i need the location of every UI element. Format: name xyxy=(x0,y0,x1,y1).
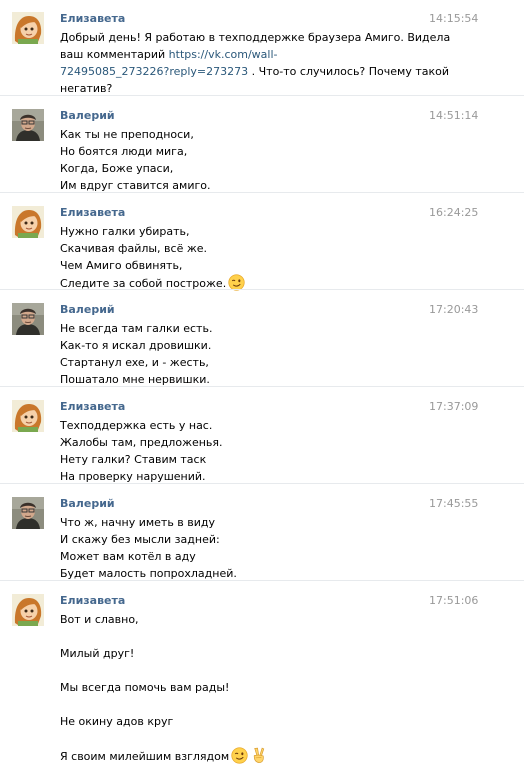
message-line: Добрый день! Я работаю в техподдержке бр… xyxy=(60,29,450,46)
message-text: негатив? xyxy=(60,82,113,95)
message-text: Но боятся люди мига, xyxy=(60,145,188,158)
message-text: Как-то я искал дровишки. xyxy=(60,339,212,352)
message-time: 16:24:25 xyxy=(429,206,479,219)
message-divider xyxy=(0,580,524,581)
message-body: Как ты не преподноси, Но боятся люди мига… xyxy=(60,126,410,194)
message-body: Вот и славно, Милый друг! Мы всегда помочь… xyxy=(60,611,410,765)
message-line: Мы всегда помочь вам рады! xyxy=(60,679,410,696)
message-line: Может вам котёл в аду xyxy=(60,548,410,565)
message-text: Нету галки? Ставим таск xyxy=(60,453,207,466)
author-name[interactable]: Елизавета xyxy=(60,400,125,413)
message-line: Скачивая файлы, всё же. xyxy=(60,240,410,257)
message-line: Я своим милейшим взглядом xyxy=(60,747,410,765)
message-text: Мы всегда помочь вам рады! xyxy=(60,681,230,694)
message-text: Жалобы там, предложенья. xyxy=(60,436,223,449)
message-text: Не всегда там галки есть. xyxy=(60,322,213,335)
wink-emoji xyxy=(231,747,248,764)
message-line: Милый друг! xyxy=(60,645,410,662)
comment-link[interactable]: https://vk.com/wall- xyxy=(169,48,278,61)
message-line: Как-то я искал дровишки. xyxy=(60,337,410,354)
elizaveta-avatar[interactable] xyxy=(12,206,44,238)
message-line: Чем Амиго обвинять, xyxy=(60,257,410,274)
message-line: Вот и славно, xyxy=(60,611,410,628)
message-body: Не всегда там галки есть. Как-то я искал … xyxy=(60,320,410,388)
message-text: Техподдержка есть у нас. xyxy=(60,419,213,432)
comment-link[interactable]: 72495085_273226?reply=273273 xyxy=(60,65,248,78)
message-time: 14:51:14 xyxy=(429,109,479,122)
message-text: Будет малость попрохладней. xyxy=(60,567,237,580)
elizaveta-avatar[interactable] xyxy=(12,400,44,432)
message-line: И скажу без мысли задней: xyxy=(60,531,410,548)
message-text: Я своим милейшим взглядом xyxy=(60,750,230,763)
message-line: Нужно галки убирать, xyxy=(60,223,410,240)
message-line: Но боятся люди мига, xyxy=(60,143,410,160)
author-name[interactable]: Валерий xyxy=(60,109,115,122)
elizaveta-avatar[interactable] xyxy=(12,594,44,626)
message-line: Не окину адов круг xyxy=(60,713,410,730)
message-divider xyxy=(0,483,524,484)
message-body: Добрый день! Я работаю в техподдержке бр… xyxy=(60,29,450,97)
message-text: Что ж, начну иметь в виду xyxy=(60,516,216,529)
message-text: Не окину адов круг xyxy=(60,715,174,728)
message-text: Милый друг! xyxy=(60,647,135,660)
message-line: Жалобы там, предложенья. xyxy=(60,434,410,451)
message-time: 17:51:06 xyxy=(429,594,479,607)
message-text: Скачивая файлы, всё же. xyxy=(60,242,208,255)
message-line: Когда, Боже упаси, xyxy=(60,160,410,177)
valeriy-avatar[interactable] xyxy=(12,497,44,529)
elizaveta-avatar[interactable] xyxy=(12,12,44,44)
message-text: Пошатало мне нервишки. xyxy=(60,373,210,386)
message-text: Добрый день! Я работаю в техподдержке бр… xyxy=(60,31,451,44)
message-line: Как ты не преподноси, xyxy=(60,126,410,143)
message-time: 17:37:09 xyxy=(429,400,479,413)
message-body: Нужно галки убирать, Скачивая файлы, всё … xyxy=(60,223,410,292)
author-name[interactable]: Валерий xyxy=(60,303,115,316)
message-history: Елизавета 14:15:54 Добрый день! Я работаю … xyxy=(0,0,524,767)
message-body: Что ж, начну иметь в виду И скажу без мыс… xyxy=(60,514,410,582)
message-text: . Что-то случилось? Почему такой xyxy=(248,65,450,78)
message-text: И скажу без мысли задней: xyxy=(60,533,220,546)
message-body: Техподдержка есть у нас. Жалобы там, пред… xyxy=(60,417,410,485)
message-time: 17:20:43 xyxy=(429,303,479,316)
message-time: 17:45:55 xyxy=(429,497,479,510)
message-line: Не всегда там галки есть. xyxy=(60,320,410,337)
message-text: На проверку нарушений. xyxy=(60,470,206,483)
valeriy-avatar[interactable] xyxy=(12,109,44,141)
message-text: Как ты не преподноси, xyxy=(60,128,194,141)
message-divider xyxy=(0,289,524,290)
message-line: Стартанул exe, и - жесть, xyxy=(60,354,410,371)
message-divider xyxy=(0,192,524,193)
message-text: Чем Амиго обвинять, xyxy=(60,259,183,272)
author-name[interactable]: Елизавета xyxy=(60,206,125,219)
author-name[interactable]: Елизавета xyxy=(60,594,125,607)
valeriy-avatar[interactable] xyxy=(12,303,44,335)
message-time: 14:15:54 xyxy=(429,12,479,25)
message-line: Нету галки? Ставим таск xyxy=(60,451,410,468)
message-text: Может вам котёл в аду xyxy=(60,550,196,563)
message-text: Когда, Боже упаси, xyxy=(60,162,174,175)
message-text: Им вдруг ставится амиго. xyxy=(60,179,211,192)
message-line: ваш комментарий https://vk.com/wall- xyxy=(60,46,410,63)
message-line: 72495085_273226?reply=273273 . Что-то сл… xyxy=(60,63,449,80)
message-text: ваш комментарий xyxy=(60,48,169,61)
message-line: Что ж, начну иметь в виду xyxy=(60,514,410,531)
message-text: Вот и славно, xyxy=(60,613,139,626)
message-line: Техподдержка есть у нас. xyxy=(60,417,410,434)
author-name[interactable]: Валерий xyxy=(60,497,115,510)
victory-hand-emoji xyxy=(250,747,267,764)
message-text: Стартанул exe, и - жесть, xyxy=(60,356,209,369)
message-divider xyxy=(0,95,524,96)
message-divider xyxy=(0,386,524,387)
message-text: Нужно галки убирать, xyxy=(60,225,190,238)
author-name[interactable]: Елизавета xyxy=(60,12,125,25)
